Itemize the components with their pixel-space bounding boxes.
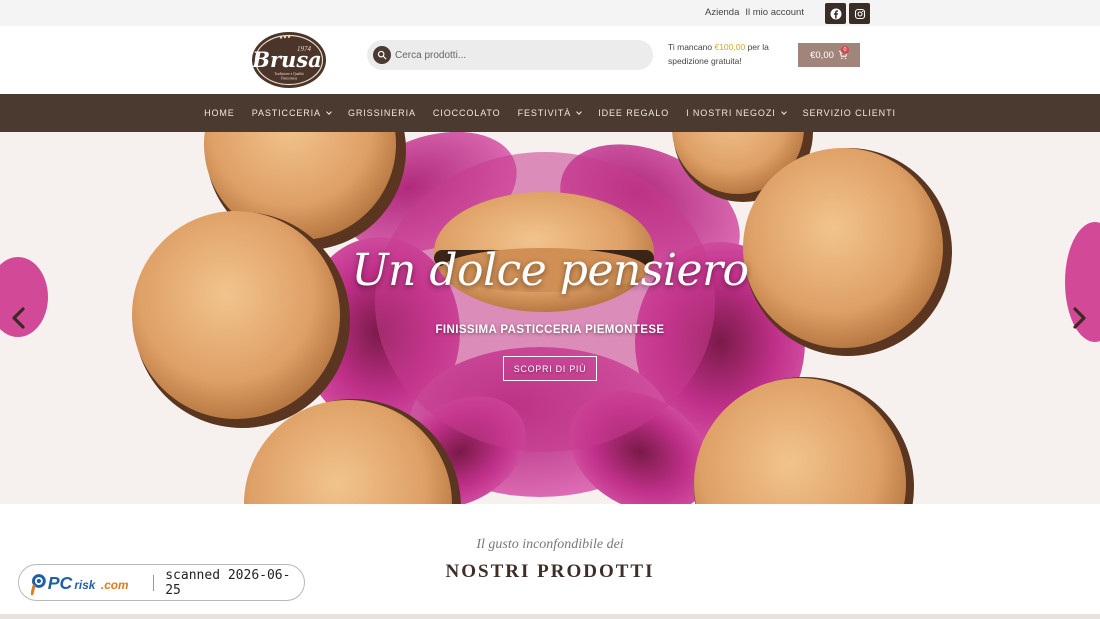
pcrisk-watermark: PC risk .com scanned 2026-06-25 [18, 564, 305, 601]
shipping-prefix: Ti mancano [668, 42, 715, 52]
chevron-right-icon[interactable] [1072, 306, 1088, 330]
nav-label: Cioccolato [432, 108, 501, 118]
search-input[interactable] [395, 49, 635, 61]
shipping-amount: €100,00 [714, 42, 746, 52]
chevron-down-icon [326, 108, 332, 115]
cart-total: €0,00 [810, 49, 834, 61]
main-navigation: Home Pasticceria Grissineria Cioccolato … [0, 94, 1100, 132]
chevron-down-icon [780, 108, 787, 115]
hero-cta-button[interactable]: SCOPRI DI PIÙ [503, 356, 597, 381]
cart-button[interactable]: €0,00 0 [798, 43, 860, 67]
top-bar: Azienda Il mio account [0, 0, 1100, 26]
svg-text:Tradizione e Qualità: Tradizione e Qualità [274, 72, 304, 76]
section-divider [0, 614, 1100, 619]
svg-text:Brusa: Brusa [251, 47, 322, 72]
search-icon [377, 50, 387, 60]
svg-text:PC: PC [48, 572, 73, 592]
hero-background-image [0, 132, 1100, 504]
nav-item-cioccolato[interactable]: Cioccolato [433, 108, 501, 118]
free-shipping-notice: Ti mancano €100,00 per la spedizione gra… [668, 40, 788, 68]
site-header: 1974 Brusa Tradizione e Qualità Piemonte… [0, 26, 1100, 94]
search-button[interactable] [373, 46, 391, 64]
watermark-scan-date: scanned 2026-06-25 [165, 567, 291, 598]
chevron-down-icon [576, 108, 583, 115]
search-bar [367, 40, 653, 70]
hero-title: Un dolce pensiero [351, 245, 749, 296]
link-my-account[interactable]: Il mio account [745, 7, 804, 18]
svg-text:Piemontese: Piemontese [281, 77, 298, 81]
nav-label: Home [204, 108, 235, 118]
nav-label: Servizio Clienti [802, 108, 896, 118]
hero-subtitle: FINISSIMA PASTICCERIA PIEMONTESE [435, 324, 665, 336]
nav-label: Grissineria [347, 108, 416, 118]
nav-item-idee-regalo[interactable]: Idee Regalo [598, 108, 669, 118]
svg-text:risk: risk [74, 577, 96, 591]
top-links: Azienda Il mio account [705, 7, 804, 18]
nav-item-festivita[interactable]: Festività [517, 108, 583, 118]
instagram-button[interactable] [849, 3, 870, 24]
watermark-separator [153, 574, 155, 591]
nav-item-servizio-clienti[interactable]: Servizio Clienti [803, 108, 896, 118]
nav-label: I Nostri Negozi [686, 108, 776, 118]
nav-item-negozi[interactable]: I Nostri Negozi [686, 108, 787, 118]
cart-count-badge: 0 [841, 46, 849, 54]
nav-item-pasticceria[interactable]: Pasticceria [251, 108, 332, 118]
nav-label: Pasticceria [251, 108, 321, 118]
facebook-icon [830, 8, 841, 19]
products-pretitle: Il gusto inconfondibile dei [476, 537, 624, 552]
nav-item-home[interactable]: Home [204, 108, 235, 118]
link-azienda[interactable]: Azienda [705, 7, 739, 18]
hero-slider: Un dolce pensiero FINISSIMA PASTICCERIA … [0, 132, 1100, 504]
svg-text:.com: .com [101, 577, 129, 591]
nav-label: Idee Regalo [598, 108, 670, 118]
chevron-left-icon[interactable] [10, 306, 26, 330]
nav-item-grissineria[interactable]: Grissineria [348, 108, 416, 118]
facebook-button[interactable] [825, 3, 846, 24]
brusa-logo[interactable]: 1974 Brusa Tradizione e Qualità Piemonte… [251, 31, 327, 89]
instagram-icon [854, 8, 865, 19]
pcrisk-logo: PC risk .com [31, 572, 129, 595]
nav-label: Festività [517, 108, 572, 118]
